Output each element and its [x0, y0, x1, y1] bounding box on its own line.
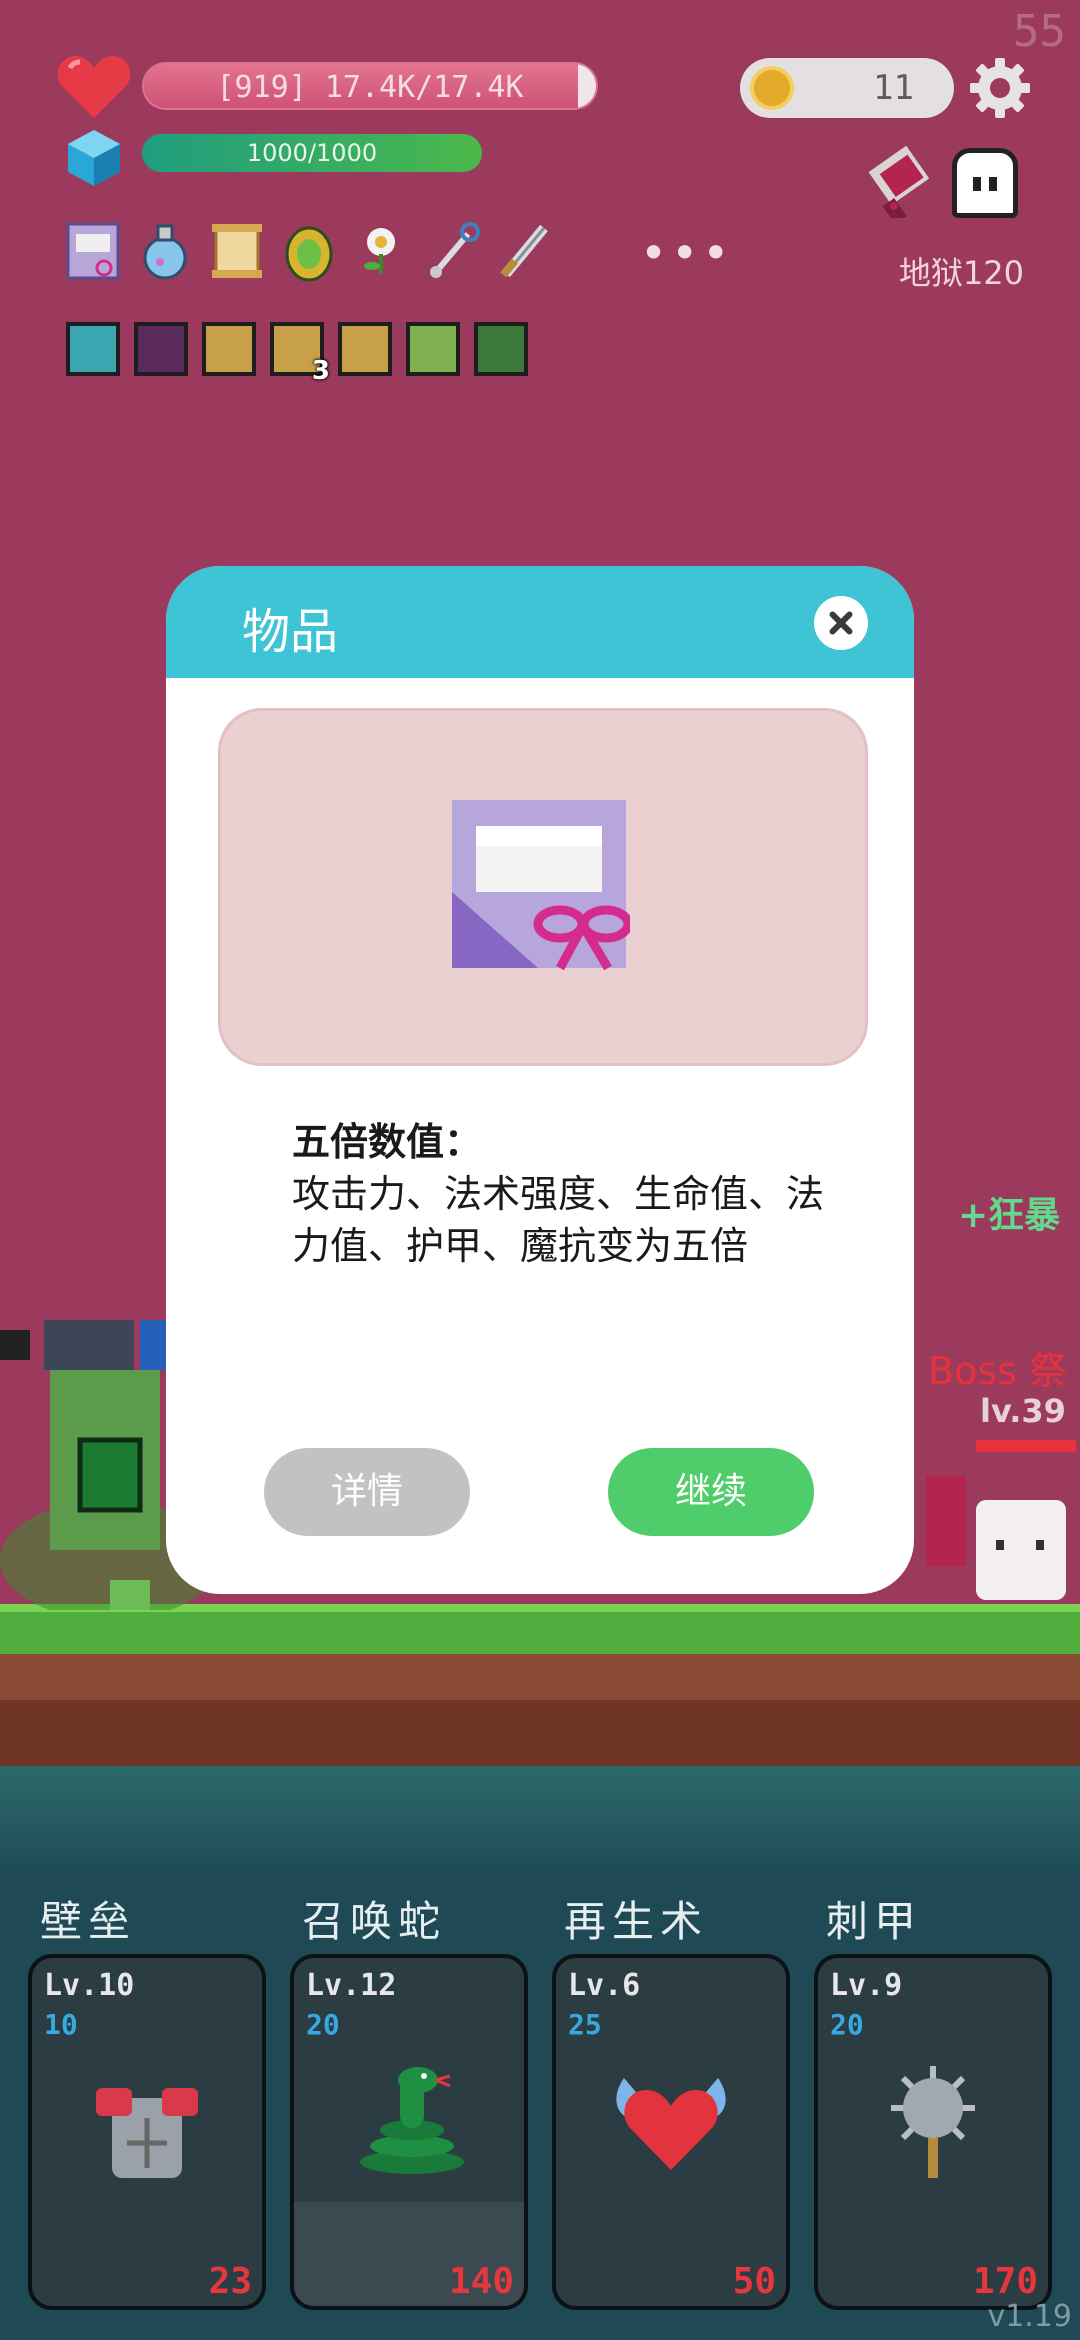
item-bar — [64, 220, 554, 292]
skill-name: 召唤蛇 — [302, 1897, 447, 1946]
mana-text: 1000/1000 — [246, 139, 378, 167]
skill-thorn-armor: 刺甲 Lv.9 20 170 — [814, 1888, 1052, 2310]
skill-card[interactable]: Lv.6 25 50 — [552, 1954, 790, 2310]
skill-upgrade-price: 140 — [448, 2261, 514, 2302]
skill-card[interactable]: Lv.10 10 23 — [28, 1954, 266, 2310]
skill-upgrade-price: 170 — [972, 2261, 1038, 2302]
skill-level: Lv.9 — [830, 1968, 903, 2003]
more-items-button[interactable]: ••• — [640, 226, 733, 280]
coin-icon — [750, 66, 794, 110]
skill-level: Lv.12 — [306, 1968, 397, 2003]
continue-button[interactable]: 继续 — [608, 1448, 814, 1536]
shield-buff-icon — [202, 322, 256, 376]
snake-icon — [360, 2067, 464, 2174]
snake-buff-icon — [474, 322, 528, 376]
leaf-buff-icon — [406, 322, 460, 376]
skill-mana-cost: 10 — [44, 2008, 78, 2041]
item-description-body: 攻击力、法术强度、生命值、法力值、护甲、魔抗变为五倍 — [292, 1172, 825, 1268]
coin-count: 11 — [873, 68, 914, 108]
mana-crystal-icon — [68, 130, 120, 186]
skill-level: Lv.10 — [44, 1968, 135, 2003]
buff-bar: 3 — [66, 322, 528, 386]
item-description-title: 五倍数值： — [292, 1120, 483, 1164]
skill-level: Lv.6 — [568, 1968, 641, 2003]
skill-bulwark: 壁垒 Lv.10 10 23 — [28, 1888, 266, 2310]
skill-mana-cost: 20 — [306, 2008, 340, 2041]
winged-heart-icon — [616, 2078, 726, 2170]
dialog-header: 物品 — [166, 566, 914, 678]
skill-name: 壁垒 — [40, 1897, 137, 1946]
skill-upgrade-price: 50 — [732, 2261, 776, 2302]
skill-mana-cost: 20 — [830, 2008, 864, 2041]
boss-name: Boss 祭 — [928, 1349, 1067, 1393]
skill-card[interactable]: Lv.9 20 170 — [814, 1954, 1052, 2310]
hp-bar: [919] 17.4K/17.4K — [142, 62, 598, 110]
lamp-buff-icon — [66, 322, 120, 376]
boss-level: lv.39 — [980, 1392, 1066, 1430]
gift-scroll-icon[interactable] — [64, 220, 122, 282]
heart-icon — [57, 56, 131, 118]
meat-cleaver-icon — [868, 145, 930, 218]
potion-icon[interactable] — [136, 220, 194, 282]
item-description: 五倍数值： 攻击力、法术强度、生命值、法力值、护甲、魔抗变为五倍 — [292, 1116, 832, 1272]
flower-icon[interactable] — [352, 220, 410, 282]
fps-counter: 55 — [1013, 6, 1066, 57]
version-label: v1.19 — [987, 2299, 1072, 2334]
pin-icon[interactable] — [424, 220, 482, 282]
skill-summon-snake: 召唤蛇 Lv.12 20 140 — [290, 1888, 528, 2310]
sword-icon[interactable] — [496, 220, 554, 282]
shield-buff-icon — [338, 322, 392, 376]
close-button[interactable] — [814, 596, 868, 650]
skill-regeneration: 再生术 Lv.6 25 50 — [552, 1888, 790, 2310]
dirt-layer-dark — [0, 1700, 1080, 1766]
mana-bar: 1000/1000 — [142, 134, 482, 172]
gift-scroll-icon — [452, 800, 630, 971]
skill-list: 壁垒 Lv.10 10 23 召唤蛇 Lv.12 20 140 再生术 Lv.6… — [28, 1888, 1058, 2310]
rage-status: +狂暴 — [958, 1195, 1061, 1236]
golden-egg-icon[interactable] — [280, 220, 338, 282]
skill-mana-cost: 25 — [568, 2008, 602, 2041]
gear-icon[interactable] — [968, 56, 1032, 120]
water-strip — [0, 1766, 1080, 1876]
skill-name: 刺甲 — [826, 1897, 923, 1946]
coin-counter: 11 — [740, 58, 954, 118]
item-dialog: 物品 五倍数值： 攻击力、法术强度、生命值、法力值、护甲、魔抗变为五倍 详情 继… — [166, 566, 914, 1594]
grass-strip — [0, 1604, 1080, 1654]
ghost-icon — [952, 148, 1018, 218]
skill-name: 再生术 — [564, 1897, 709, 1946]
stage-label: 地狱120 — [898, 254, 1024, 292]
skill-upgrade-price: 23 — [208, 2261, 252, 2302]
demon-buff-icon — [134, 322, 188, 376]
scroll-icon[interactable] — [208, 220, 266, 282]
dialog-title: 物品 — [242, 604, 339, 660]
shield-buff-icon: 3 — [270, 322, 330, 386]
spiked-mace-icon — [891, 2066, 975, 2178]
skill-card[interactable]: Lv.12 20 140 — [290, 1954, 528, 2310]
details-button[interactable]: 详情 — [264, 1448, 470, 1536]
armor-icon — [96, 2088, 198, 2178]
boss-sprite — [926, 1440, 1076, 1600]
hp-text: [919] 17.4K/17.4K — [216, 70, 524, 105]
